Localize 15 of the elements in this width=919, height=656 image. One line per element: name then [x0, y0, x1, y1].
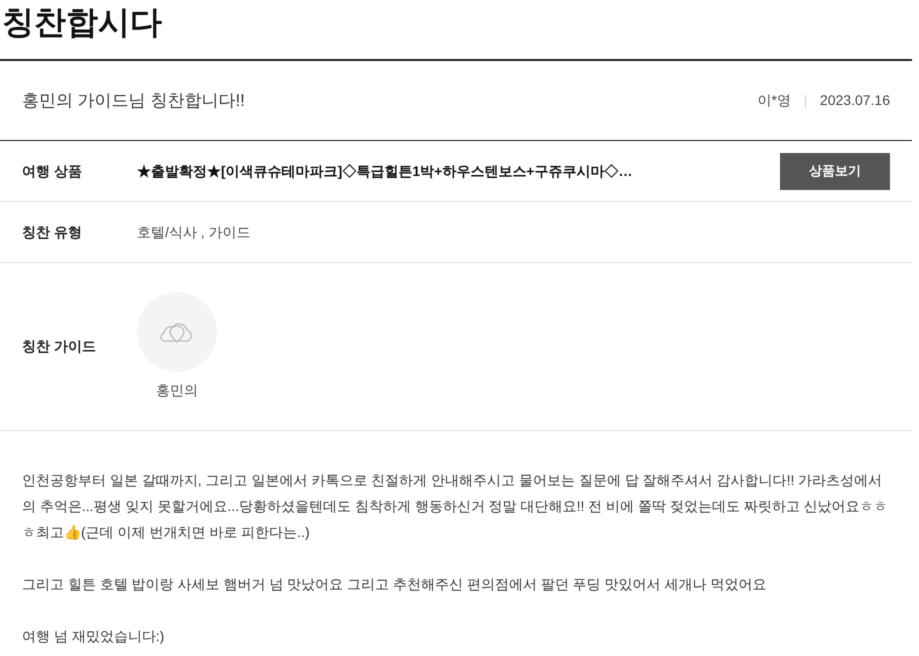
field-label: 칭찬 가이드	[22, 337, 97, 356]
product-name: ★출발확정★[이색큐슈테마파크]◇특급힐튼1박+하우스텐보스+구쥬쿠시마◇…	[137, 162, 634, 181]
cloud-icon	[160, 321, 194, 343]
review-paragraph: 그리고 힐튼 호텔 밥이랑 사세보 햄버거 넘 맛났어요 그리고 추천해주신 편의점에서 팔던 푸딩 맛있어서 세개나 먹었어요	[22, 575, 768, 594]
field-value: 호텔/식사 , 가이드	[137, 222, 252, 242]
review-paragraph: 인천공항부터 일본 갈때까지, 그리고 일본에서 카톡으로 친절하게 안내해주시고 물어보는 질문에 답 잘해주셔서 감사합니다!! 가라츠성에서의 추억은...평생 잊지 못할거에요...당황하셨을텐데도 침착하게 행동하신거 정말 대단해요!! 전 비에 쫄딱 젖었는데도 짜릿하고 신났어요ㅎㅎㅎ최고👍(근데 이제 번개치면 바로 피한다는..)	[22, 471, 889, 542]
field-label: 여행 상품	[22, 162, 83, 180]
field-label: 칭찬 유형	[22, 222, 83, 242]
page-title: 칭찬합시다	[1, 3, 163, 42]
post-title: 홍민의 가이드님 칭찬합니다!!	[22, 90, 246, 112]
view-product-button[interactable]: 상품보기	[780, 152, 890, 190]
post-date: 2023.07.16	[820, 91, 890, 110]
author-name: 이*영	[757, 91, 791, 110]
review-paragraph: 여행 넘 재밌었습니다:)	[22, 627, 166, 646]
guide-name: 홍민의	[156, 381, 198, 400]
